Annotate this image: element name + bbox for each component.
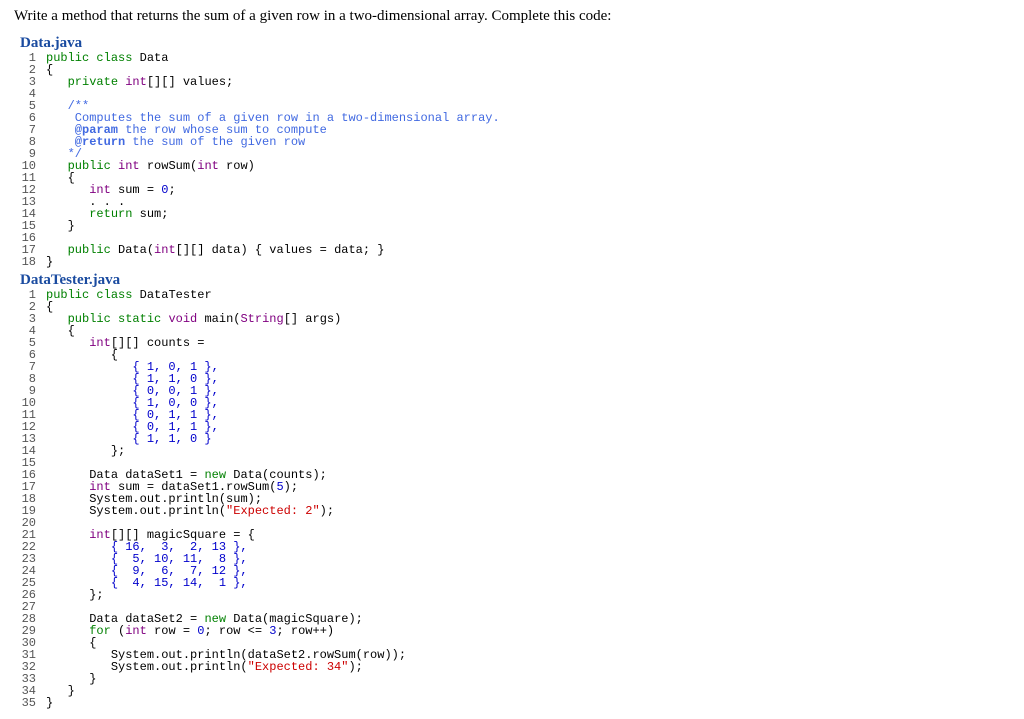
file2-gutter: 1 2 3 4 5 6 7 8 9 10 11 12 13 14 15 16 1… xyxy=(20,289,46,709)
file1-gutter: 1 2 3 4 5 6 7 8 9 10 11 12 13 14 15 16 1… xyxy=(20,52,46,268)
file1-source: public class Data { private int[][] valu… xyxy=(46,52,500,268)
file2-code: 1 2 3 4 5 6 7 8 9 10 11 12 13 14 15 16 1… xyxy=(20,289,1010,709)
file1-name: Data.java xyxy=(20,35,1010,52)
file1-code: 1 2 3 4 5 6 7 8 9 10 11 12 13 14 15 16 1… xyxy=(20,52,1010,268)
file2-name: DataTester.java xyxy=(20,272,1010,289)
file2-source: public class DataTester { public static … xyxy=(46,289,406,709)
instruction-text: Write a method that returns the sum of a… xyxy=(14,8,1010,25)
